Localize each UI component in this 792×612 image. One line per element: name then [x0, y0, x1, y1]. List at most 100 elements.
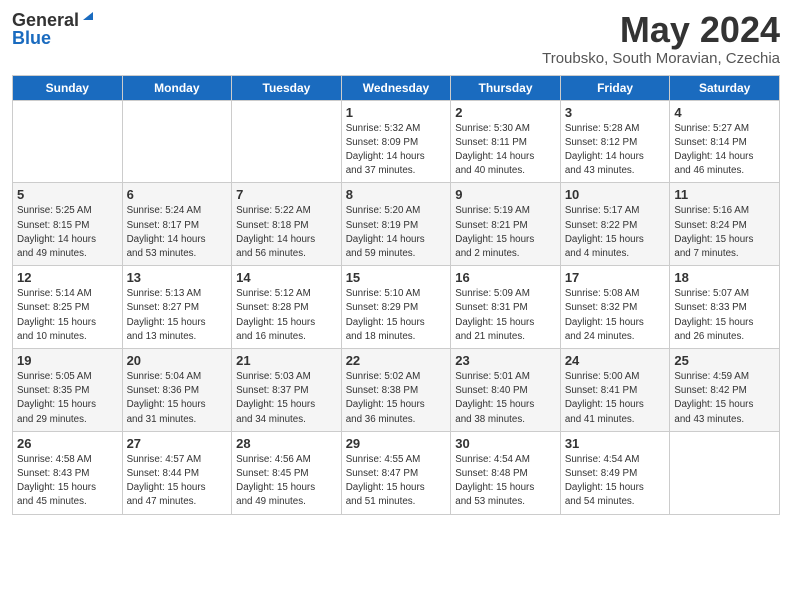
day-info: Sunrise: 5:27 AMSunset: 8:14 PMDaylight:…	[674, 122, 775, 179]
day-number: 4	[674, 105, 775, 120]
table-row: 26Sunrise: 4:58 AMSunset: 8:43 PMDayligh…	[13, 431, 123, 514]
calendar-week-row: 19 Sunrise: 5:05 AMSunset: 8:35 PMDayligh…	[13, 349, 780, 432]
day-info: Sunrise: 5:09 AMSunset: 8:31 PMDaylight:…	[455, 287, 556, 344]
day-number: 25	[674, 353, 775, 368]
day-number: 8	[346, 187, 447, 202]
day-info: Sunrise: 5:10 AMSunset: 8:29 PMDaylight:…	[346, 287, 447, 344]
day-number: 14	[236, 270, 337, 285]
day-info: Sunrise: 5:13 AMSunset: 8:27 PMDaylight:…	[127, 287, 228, 344]
day-number: 20	[127, 353, 228, 368]
table-row: 14 Sunrise: 5:12 AMSunset: 8:28 PMDayligh…	[232, 266, 342, 349]
day-info: Sunrise: 5:16 AMSunset: 8:24 PMDaylight:…	[674, 204, 775, 261]
day-number: 9	[455, 187, 556, 202]
day-info: Sunrise: 5:03 AMSunset: 8:37 PMDaylight:…	[236, 370, 337, 427]
calendar-week-row: 12 Sunrise: 5:14 AMSunset: 8:25 PMDayligh…	[13, 266, 780, 349]
title-block: May 2024 Troubsko, South Moravian, Czech…	[542, 10, 780, 67]
table-row	[232, 100, 342, 183]
day-number: 15	[346, 270, 447, 285]
day-info: Sunrise: 4:54 AMSunset: 8:48 PMDaylight:…	[455, 453, 556, 510]
table-row	[122, 100, 232, 183]
day-number: 6	[127, 187, 228, 202]
day-number: 28	[236, 436, 337, 451]
table-row: 24 Sunrise: 5:00 AMSunset: 8:41 PMDayligh…	[560, 349, 670, 432]
day-number: 16	[455, 270, 556, 285]
day-info: Sunrise: 5:25 AMSunset: 8:15 PMDaylight:…	[17, 204, 118, 261]
calendar-header-row: Sunday Monday Tuesday Wednesday Thursday…	[13, 75, 780, 100]
table-row: 13Sunrise: 5:13 AMSunset: 8:27 PMDayligh…	[122, 266, 232, 349]
table-row: 15 Sunrise: 5:10 AMSunset: 8:29 PMDayligh…	[341, 266, 451, 349]
day-number: 5	[17, 187, 118, 202]
day-info: Sunrise: 5:00 AMSunset: 8:41 PMDaylight:…	[565, 370, 666, 427]
day-info: Sunrise: 5:30 AMSunset: 8:11 PMDaylight:…	[455, 122, 556, 179]
day-info: Sunrise: 5:20 AMSunset: 8:19 PMDaylight:…	[346, 204, 447, 261]
header-wednesday: Wednesday	[341, 75, 451, 100]
day-info: Sunrise: 5:08 AMSunset: 8:32 PMDaylight:…	[565, 287, 666, 344]
table-row	[13, 100, 123, 183]
logo: General Blue	[12, 10, 95, 47]
day-number: 24	[565, 353, 666, 368]
table-row: 29 Sunrise: 4:55 AMSunset: 8:47 PMDayligh…	[341, 431, 451, 514]
table-row: 12 Sunrise: 5:14 AMSunset: 8:25 PMDayligh…	[13, 266, 123, 349]
header-friday: Friday	[560, 75, 670, 100]
day-info: Sunrise: 4:56 AMSunset: 8:45 PMDaylight:…	[236, 453, 337, 510]
day-number: 18	[674, 270, 775, 285]
table-row: 10Sunrise: 5:17 AMSunset: 8:22 PMDayligh…	[560, 183, 670, 266]
header: General Blue May 2024 Troubsko, South Mo…	[12, 10, 780, 67]
day-info: Sunrise: 5:14 AMSunset: 8:25 PMDaylight:…	[17, 287, 118, 344]
day-info: Sunrise: 4:54 AMSunset: 8:49 PMDaylight:…	[565, 453, 666, 510]
day-number: 19	[17, 353, 118, 368]
logo-blue: Blue	[12, 29, 51, 47]
day-info: Sunrise: 5:12 AMSunset: 8:28 PMDaylight:…	[236, 287, 337, 344]
table-row: 1 Sunrise: 5:32 AMSunset: 8:09 PMDaylight…	[341, 100, 451, 183]
table-row: 21Sunrise: 5:03 AMSunset: 8:37 PMDayligh…	[232, 349, 342, 432]
day-info: Sunrise: 4:59 AMSunset: 8:42 PMDaylight:…	[674, 370, 775, 427]
day-number: 17	[565, 270, 666, 285]
day-info: Sunrise: 5:04 AMSunset: 8:36 PMDaylight:…	[127, 370, 228, 427]
day-number: 3	[565, 105, 666, 120]
table-row: 4 Sunrise: 5:27 AMSunset: 8:14 PMDaylight…	[670, 100, 780, 183]
header-sunday: Sunday	[13, 75, 123, 100]
day-number: 30	[455, 436, 556, 451]
table-row: 18Sunrise: 5:07 AMSunset: 8:33 PMDayligh…	[670, 266, 780, 349]
header-monday: Monday	[122, 75, 232, 100]
table-row: 22 Sunrise: 5:02 AMSunset: 8:38 PMDayligh…	[341, 349, 451, 432]
table-row: 31Sunrise: 4:54 AMSunset: 8:49 PMDayligh…	[560, 431, 670, 514]
logo-icon	[81, 8, 95, 22]
table-row: 23 Sunrise: 5:01 AMSunset: 8:40 PMDayligh…	[451, 349, 561, 432]
table-row: 16 Sunrise: 5:09 AMSunset: 8:31 PMDayligh…	[451, 266, 561, 349]
table-row	[670, 431, 780, 514]
location-title: Troubsko, South Moravian, Czechia	[542, 50, 780, 67]
day-info: Sunrise: 4:58 AMSunset: 8:43 PMDaylight:…	[17, 453, 118, 510]
day-info: Sunrise: 5:28 AMSunset: 8:12 PMDaylight:…	[565, 122, 666, 179]
day-info: Sunrise: 5:32 AMSunset: 8:09 PMDaylight:…	[346, 122, 447, 179]
day-number: 7	[236, 187, 337, 202]
day-info: Sunrise: 5:02 AMSunset: 8:38 PMDaylight:…	[346, 370, 447, 427]
day-info: Sunrise: 5:01 AMSunset: 8:40 PMDaylight:…	[455, 370, 556, 427]
table-row: 30 Sunrise: 4:54 AMSunset: 8:48 PMDayligh…	[451, 431, 561, 514]
table-row: 7Sunrise: 5:22 AMSunset: 8:18 PMDaylight…	[232, 183, 342, 266]
day-number: 12	[17, 270, 118, 285]
table-row: 11Sunrise: 5:16 AMSunset: 8:24 PMDayligh…	[670, 183, 780, 266]
logo-general: General	[12, 11, 79, 29]
day-info: Sunrise: 5:17 AMSunset: 8:22 PMDaylight:…	[565, 204, 666, 261]
day-number: 23	[455, 353, 556, 368]
table-row: 20 Sunrise: 5:04 AMSunset: 8:36 PMDayligh…	[122, 349, 232, 432]
page-container: General Blue May 2024 Troubsko, South Mo…	[0, 0, 792, 525]
month-title: May 2024	[542, 10, 780, 50]
calendar-week-row: 26Sunrise: 4:58 AMSunset: 8:43 PMDayligh…	[13, 431, 780, 514]
day-number: 2	[455, 105, 556, 120]
table-row: 8 Sunrise: 5:20 AMSunset: 8:19 PMDaylight…	[341, 183, 451, 266]
calendar-week-row: 5 Sunrise: 5:25 AMSunset: 8:15 PMDaylight…	[13, 183, 780, 266]
day-number: 22	[346, 353, 447, 368]
day-info: Sunrise: 4:55 AMSunset: 8:47 PMDaylight:…	[346, 453, 447, 510]
table-row: 3 Sunrise: 5:28 AMSunset: 8:12 PMDaylight…	[560, 100, 670, 183]
day-number: 29	[346, 436, 447, 451]
day-info: Sunrise: 4:57 AMSunset: 8:44 PMDaylight:…	[127, 453, 228, 510]
table-row: 17 Sunrise: 5:08 AMSunset: 8:32 PMDayligh…	[560, 266, 670, 349]
table-row: 19 Sunrise: 5:05 AMSunset: 8:35 PMDayligh…	[13, 349, 123, 432]
day-info: Sunrise: 5:19 AMSunset: 8:21 PMDaylight:…	[455, 204, 556, 261]
day-number: 1	[346, 105, 447, 120]
table-row: 6Sunrise: 5:24 AMSunset: 8:17 PMDaylight…	[122, 183, 232, 266]
day-info: Sunrise: 5:05 AMSunset: 8:35 PMDaylight:…	[17, 370, 118, 427]
calendar-week-row: 1 Sunrise: 5:32 AMSunset: 8:09 PMDaylight…	[13, 100, 780, 183]
